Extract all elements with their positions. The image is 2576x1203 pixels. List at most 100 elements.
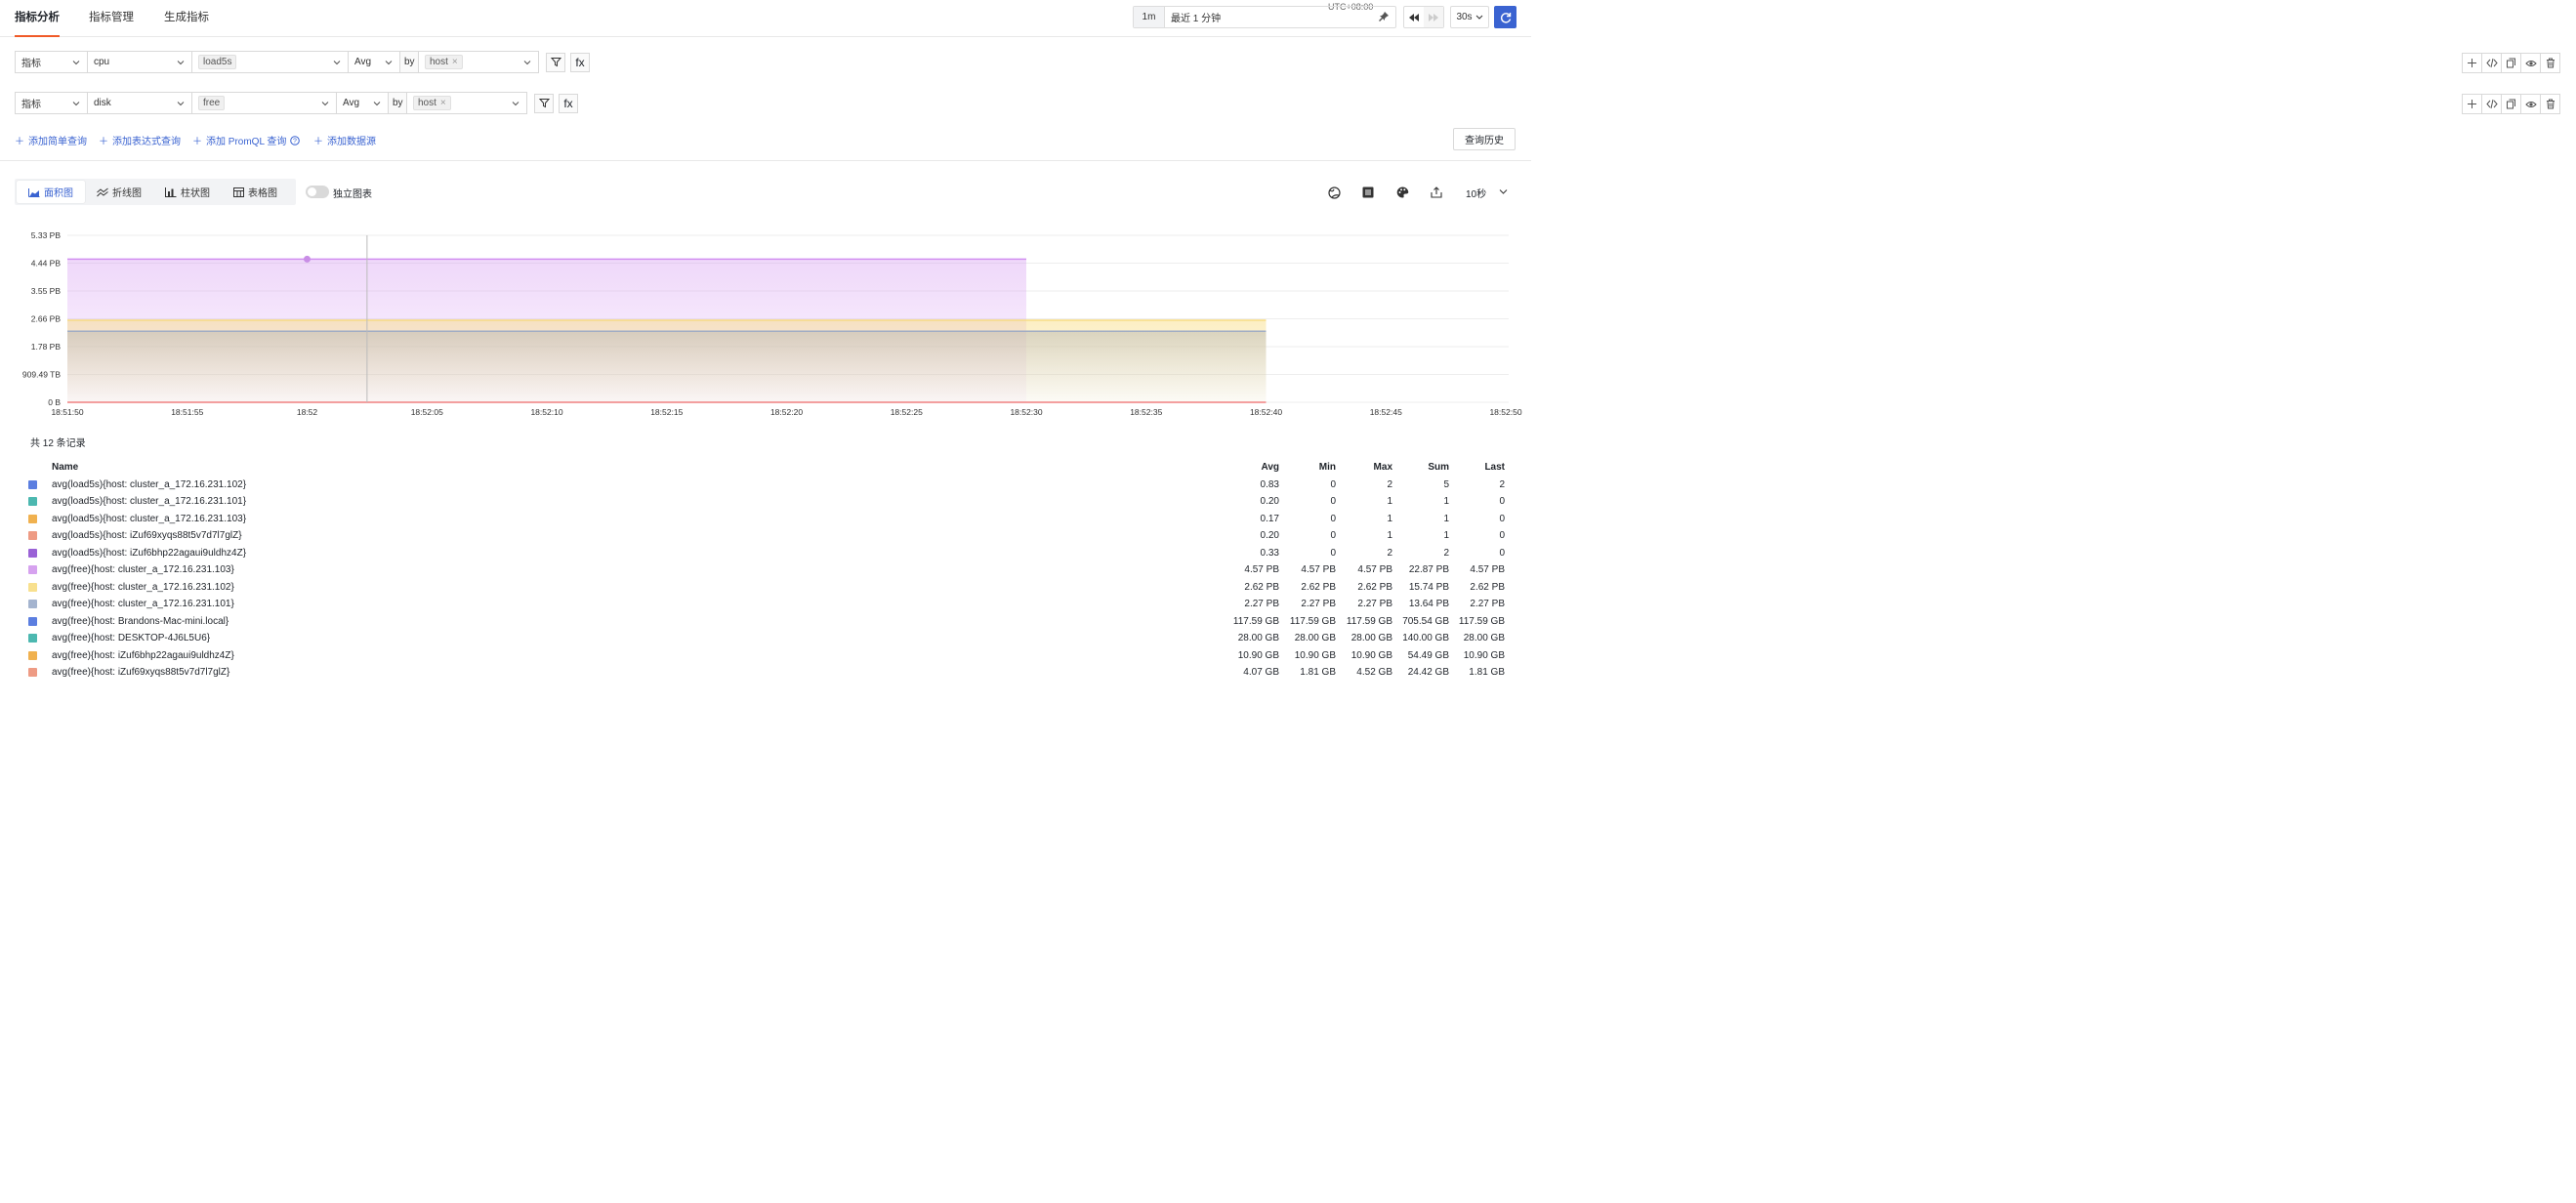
tab-bar-chart[interactable]: 柱状图 (153, 181, 222, 203)
chart-series (67, 258, 1267, 403)
x-tick-label: 18:52 (297, 407, 318, 417)
aggregation-value: Avg (354, 57, 372, 67)
aggregation-select[interactable]: Avg (348, 51, 400, 73)
code-icon[interactable] (2481, 94, 2502, 114)
pin-icon[interactable] (1378, 11, 1390, 25)
measurement-select[interactable]: disk (87, 92, 192, 114)
add-simple-query-label: 添加简单查询 (28, 137, 87, 147)
function-button[interactable]: fx (570, 52, 590, 72)
add-icon[interactable] (2462, 94, 2482, 114)
chevron-down-icon[interactable] (1499, 188, 1508, 195)
legend-row[interactable]: avg(load5s){host: cluster_a_172.16.231.1… (23, 511, 1508, 528)
add-expression-query-link[interactable]: ＋ 添加表达式查询 (99, 133, 181, 147)
series-color-swatch[interactable] (28, 497, 37, 506)
line-chart-icon (97, 187, 108, 196)
legend-row[interactable]: avg(load5s){host: cluster_a_172.16.231.1… (23, 477, 1508, 494)
tab-table-chart[interactable]: 表格图 (222, 181, 289, 203)
field-select[interactable]: free (191, 92, 337, 114)
series-color-swatch[interactable] (28, 668, 37, 677)
query-type-select[interactable]: 指标 (15, 51, 88, 73)
series-last: 0 (1499, 496, 1505, 507)
series-color-swatch[interactable] (28, 565, 37, 574)
series-last: 0 (1499, 513, 1505, 524)
function-button[interactable]: fx (559, 93, 578, 113)
series-color-swatch[interactable] (28, 616, 37, 626)
series-color-swatch[interactable] (28, 650, 37, 660)
code-icon[interactable] (2481, 53, 2502, 73)
tab-metric-management[interactable]: 指标管理 (89, 0, 134, 37)
legend-row[interactable]: avg(free){host: iZuf6bhp22agaui9uldhz4Z}… (23, 647, 1508, 665)
top-bar: 指标分析 指标管理 生成指标 UTC+08:00 1m 最近 1 分钟 30s (0, 0, 1531, 37)
remove-tag-icon[interactable]: × (452, 57, 458, 67)
x-tick-label: 18:52:35 (1130, 407, 1162, 417)
filter-button[interactable] (546, 52, 565, 72)
legend-row[interactable]: avg(free){host: iZuf69xyqs88t5v7d7l7glZ}… (23, 664, 1508, 682)
legend-row[interactable]: avg(free){host: DESKTOP-4J6L5U6} 28.00 GB… (23, 630, 1508, 647)
add-simple-query-link[interactable]: ＋ 添加简单查询 (15, 133, 87, 147)
remove-tag-icon[interactable]: × (440, 98, 446, 108)
time-range-picker[interactable]: 1m 最近 1 分钟 (1133, 6, 1396, 28)
aggregation-select[interactable]: Avg (336, 92, 389, 114)
copy-icon[interactable] (2501, 94, 2521, 114)
tab-generate-metric[interactable]: 生成指标 (164, 0, 209, 37)
series-color-swatch[interactable] (28, 479, 37, 489)
tab-table-chart-label: 表格图 (248, 188, 277, 199)
legend-row[interactable]: avg(load5s){host: iZuf6bhp22agaui9uldhz4… (23, 545, 1508, 562)
group-by-select[interactable]: host × (406, 92, 527, 114)
refresh-button[interactable] (1494, 6, 1517, 28)
copy-icon[interactable] (2501, 53, 2521, 73)
refresh-interval-select[interactable]: 30s (1450, 6, 1489, 28)
series-color-swatch[interactable] (28, 582, 37, 592)
series-color-swatch[interactable] (28, 634, 37, 643)
measurement-select[interactable]: cpu (87, 51, 192, 73)
plus-icon: ＋ (313, 137, 323, 147)
tab-metric-analysis[interactable]: 指标分析 (15, 0, 60, 37)
query-history-button[interactable]: 查询历史 (1453, 128, 1516, 150)
legend-row[interactable]: avg(load5s){host: cluster_a_172.16.231.1… (23, 493, 1508, 511)
chevron-down-icon (373, 102, 381, 106)
tab-line-chart[interactable]: 折线图 (85, 181, 153, 203)
series-color-swatch[interactable] (28, 514, 37, 523)
palette-icon[interactable] (1394, 185, 1410, 200)
area-chart[interactable]: 0 B 909.49 TB 1.78 PB 2.66 PB 3.55 PB 4.44 PB… (0, 220, 1531, 425)
interval-value: 10秒 (1466, 189, 1487, 200)
legend-row[interactable]: avg(free){host: cluster_a_172.16.231.103… (23, 561, 1508, 579)
group-by-select[interactable]: host × (418, 51, 539, 73)
help-icon[interactable]: ? (290, 135, 301, 145)
series-color-swatch[interactable] (28, 548, 37, 558)
delete-icon[interactable] (2540, 94, 2560, 114)
tab-area-chart[interactable]: 面积图 (17, 181, 85, 203)
query-type-select[interactable]: 指标 (15, 92, 88, 114)
interval-select[interactable]: 10秒 (1466, 186, 1486, 200)
filter-button[interactable] (534, 93, 554, 113)
eye-icon[interactable] (2520, 94, 2541, 114)
export-icon[interactable] (1429, 185, 1444, 200)
eye-icon[interactable] (2520, 53, 2541, 73)
y-tick-label: 5.33 PB (31, 230, 62, 240)
tab-bar-chart-label: 柱状图 (181, 188, 210, 199)
legend-row[interactable]: avg(load5s){host: iZuf69xyqs88t5v7d7l7gl… (23, 527, 1508, 545)
legend-row[interactable]: avg(free){host: cluster_a_172.16.231.102… (23, 579, 1508, 597)
query-row-1: 指标 cpu load5s Avg by host × fx (15, 51, 590, 73)
globe-icon[interactable] (1326, 185, 1342, 200)
y-tick-label: 1.78 PB (31, 342, 62, 352)
delete-icon[interactable] (2540, 53, 2560, 73)
series-color-swatch[interactable] (28, 600, 37, 608)
chevron-down-icon (321, 102, 329, 106)
time-shortcut[interactable]: 1m (1134, 7, 1165, 27)
step-forward-icon[interactable] (1424, 7, 1443, 27)
add-icon[interactable] (2462, 53, 2482, 73)
col-last[interactable]: Last (1427, 462, 1505, 473)
legend-row[interactable]: avg(free){host: cluster_a_172.16.231.101… (23, 596, 1508, 613)
col-name[interactable]: Name (52, 462, 78, 473)
standalone-chart-toggle[interactable] (306, 186, 329, 198)
series-color-swatch[interactable] (28, 531, 37, 540)
legend-row[interactable]: avg(free){host: Brandons-Mac-mini.local}… (23, 613, 1508, 631)
x-tick-label: 18:51:55 (171, 407, 203, 417)
legend-icon[interactable] (1360, 185, 1376, 200)
step-back-icon[interactable] (1404, 7, 1424, 27)
field-select[interactable]: load5s (191, 51, 349, 73)
measurement-value: cpu (94, 57, 110, 67)
add-datasource-link[interactable]: ＋ 添加数据源 (313, 133, 376, 147)
add-promql-query-link[interactable]: ＋ 添加 PromQL 查询 ? (192, 133, 301, 147)
